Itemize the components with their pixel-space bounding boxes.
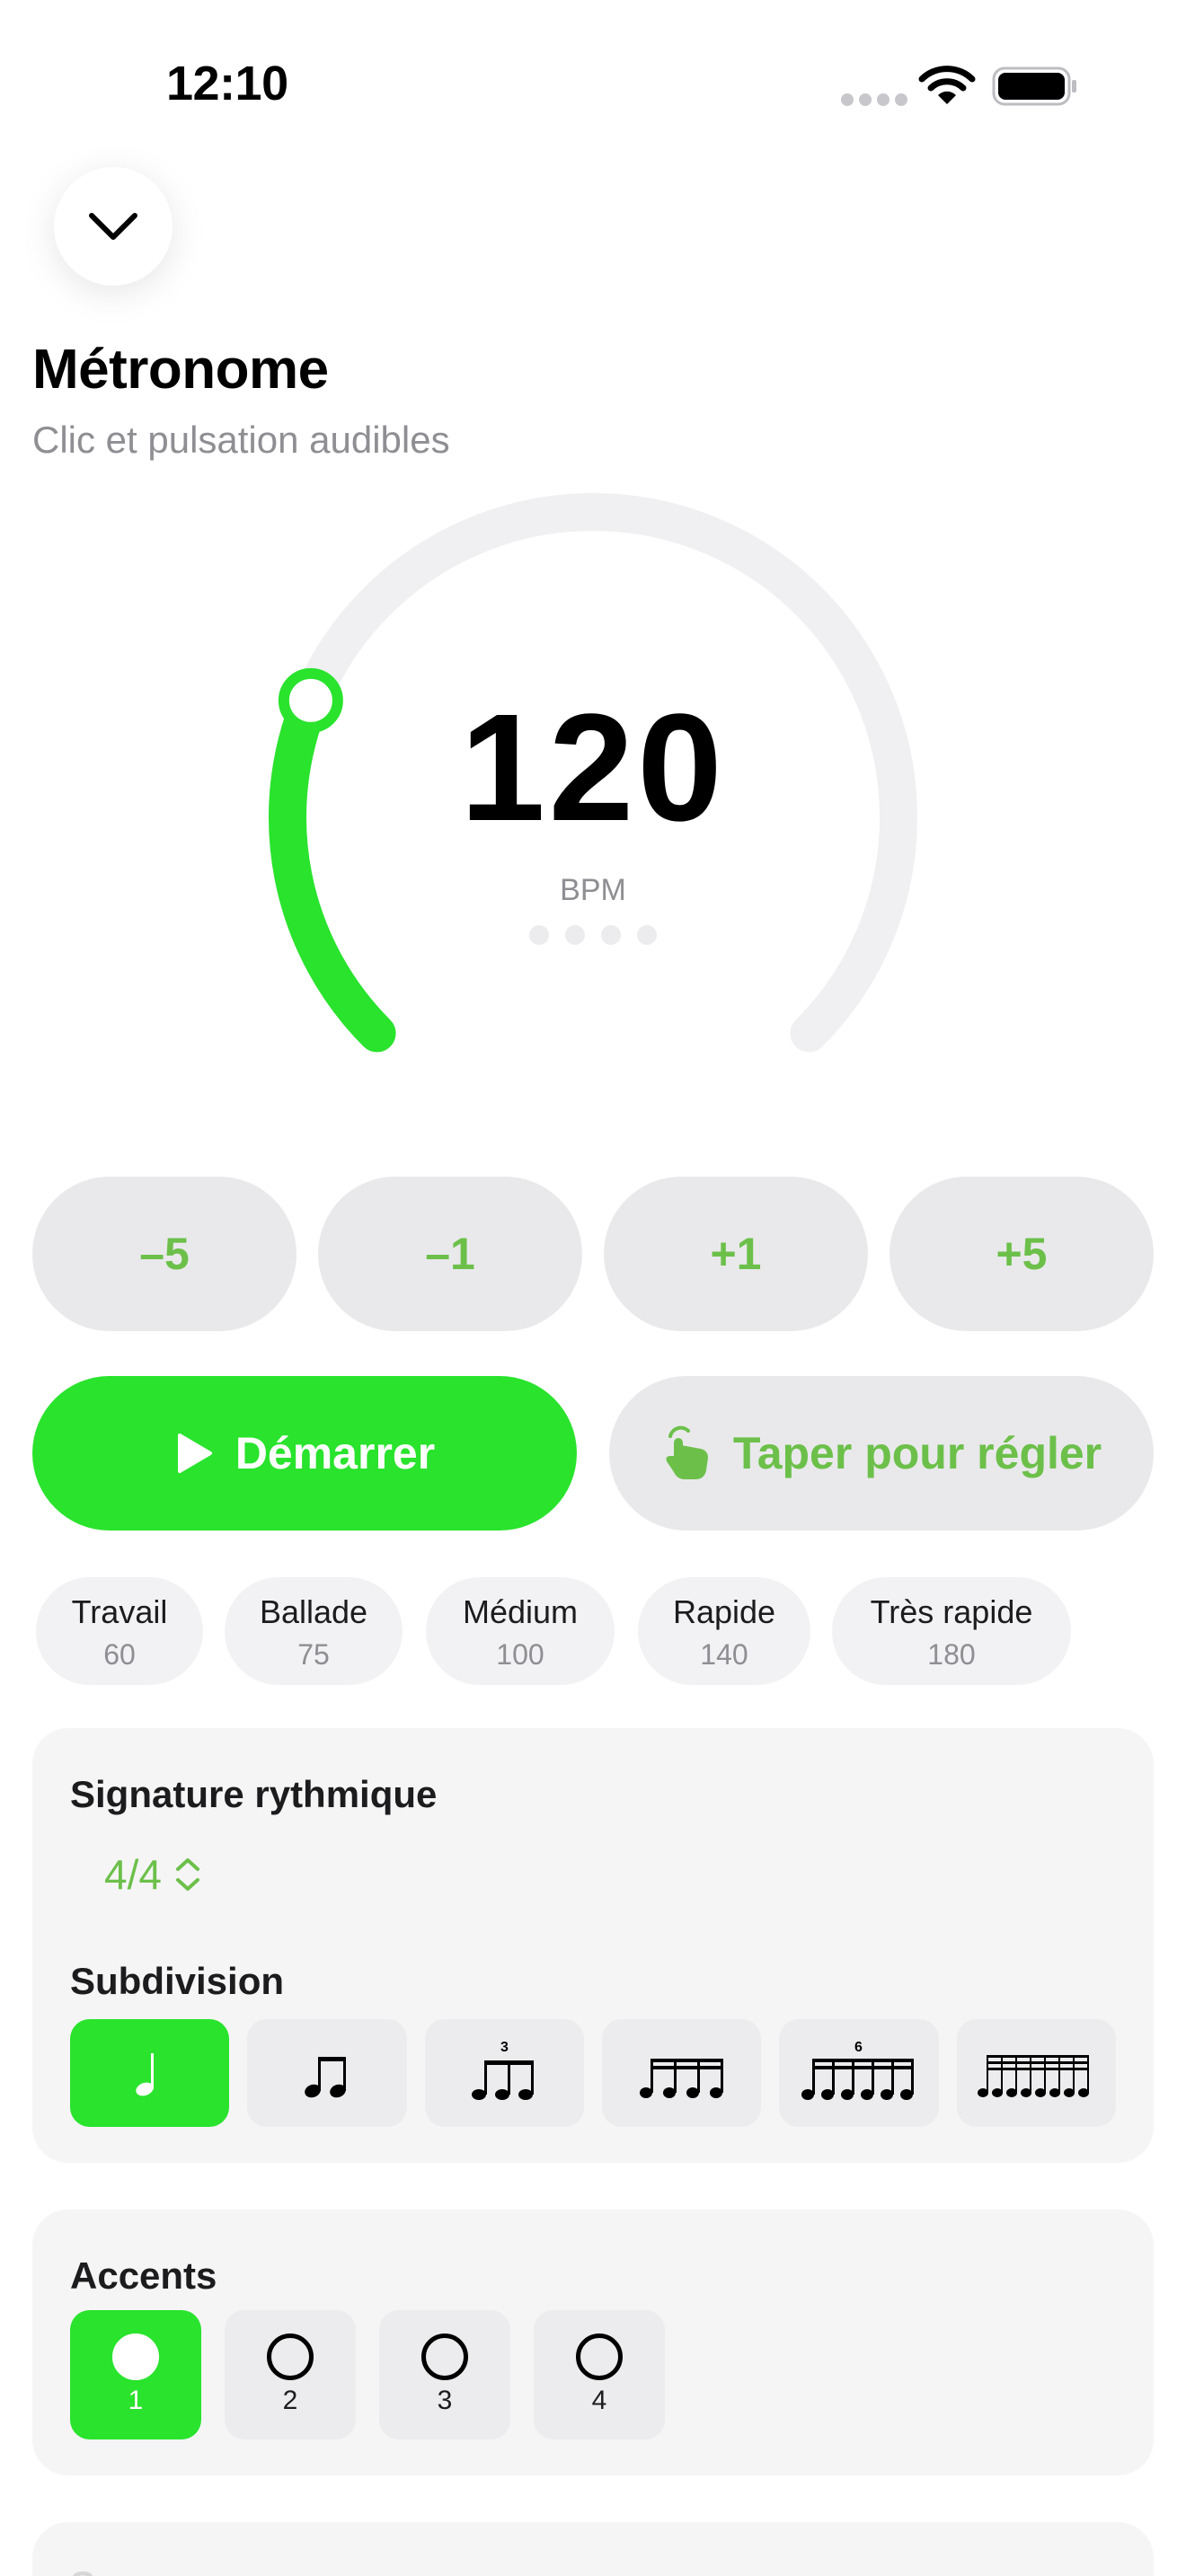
- subdivision-triplets[interactable]: 3: [424, 2019, 584, 2127]
- bpm-value: 120: [460, 683, 726, 853]
- decrease-1-button[interactable]: –1: [318, 1177, 582, 1331]
- preset-name: Ballade: [259, 1593, 368, 1630]
- accent-beat-3[interactable]: 3: [379, 2310, 510, 2439]
- eighth-notes-icon: [305, 2057, 346, 2098]
- sextuplet-icon: 6: [801, 2040, 914, 2100]
- preset-bpm: 180: [927, 1638, 976, 1671]
- accent-beat-number: 2: [282, 2386, 298, 2415]
- quarter-note-icon: [135, 2053, 154, 2096]
- increase-5-button[interactable]: +5: [890, 1177, 1154, 1331]
- play-icon: [177, 1434, 212, 1473]
- status-time: 12:10: [166, 57, 288, 110]
- chevron-up-down-icon: [175, 1858, 199, 1891]
- accent-beat-4[interactable]: 4: [534, 2310, 665, 2439]
- preset-bpm: 100: [496, 1638, 544, 1671]
- accents-card: Accents 1 2 3 4: [32, 2210, 1154, 2475]
- subdivision-heading: Subdivision: [70, 1960, 285, 2002]
- status-bar: 12:10: [0, 0, 1186, 162]
- triplet-icon: 3: [472, 2040, 535, 2100]
- subdivision-options: 3 6: [70, 2019, 1116, 2127]
- wifi-icon: [918, 66, 976, 104]
- preset-chip[interactable]: Rapide 140: [638, 1577, 810, 1685]
- accent-beat-2[interactable]: 2: [225, 2310, 356, 2439]
- tempo-step-buttons: –5 –1 +1 +5: [32, 1177, 1154, 1331]
- preset-name: Médium: [462, 1593, 579, 1630]
- preset-chip[interactable]: Travail 60: [36, 1577, 203, 1685]
- preset-name: Rapide: [672, 1593, 776, 1630]
- accent-beat-number: 3: [437, 2386, 453, 2415]
- page-subtitle: Clic et pulsation audibles: [32, 419, 450, 461]
- preset-name: Très rapide: [870, 1593, 1033, 1630]
- accent-beat-1[interactable]: 1: [70, 2310, 201, 2439]
- preset-bpm: 75: [297, 1638, 330, 1671]
- preset-bpm: 140: [700, 1638, 748, 1671]
- beat-indicator: [261, 925, 925, 945]
- dismiss-button[interactable]: [54, 167, 173, 286]
- increase-1-button[interactable]: +1: [604, 1177, 868, 1331]
- subdivision-sixteenths[interactable]: [601, 2019, 762, 2127]
- accent-circle-icon: [421, 2333, 468, 2380]
- preset-chip[interactable]: Ballade 75: [225, 1577, 403, 1685]
- accent-beat-number: 4: [591, 2386, 607, 2415]
- svg-text:6: 6: [854, 2040, 863, 2055]
- accent-circle-icon: [576, 2333, 623, 2380]
- preset-chip[interactable]: Médium 100: [426, 1577, 615, 1685]
- subdivision-thirty-seconds[interactable]: [956, 2019, 1116, 2127]
- time-signature-value: 4/4: [104, 1851, 162, 1898]
- accent-circle-icon: [112, 2333, 159, 2380]
- accent-beats: 1 2 3 4: [70, 2310, 665, 2439]
- battery-icon: [992, 66, 1076, 106]
- start-button[interactable]: Démarrer: [32, 1376, 577, 1531]
- tap-tempo-button[interactable]: Taper pour régler: [609, 1376, 1154, 1531]
- cellular-signal-icon: [841, 93, 913, 110]
- bpm-unit-label: BPM: [560, 873, 626, 907]
- accent-circle-icon: [267, 2333, 314, 2380]
- decrease-5-button[interactable]: –5: [32, 1177, 296, 1331]
- svg-text:3: 3: [500, 2040, 509, 2055]
- preset-name: Travail: [71, 1593, 168, 1630]
- time-signature-picker[interactable]: 4/4: [104, 1850, 201, 1899]
- start-button-label: Démarrer: [235, 1428, 436, 1478]
- sixteenth-notes-icon: [639, 2059, 723, 2098]
- subdivision-quarter[interactable]: [70, 2019, 230, 2127]
- page-title: Métronome: [32, 339, 329, 401]
- preset-bpm: 60: [103, 1638, 136, 1671]
- hand-tap-icon: [666, 1425, 708, 1479]
- subdivision-eighths[interactable]: [247, 2019, 407, 2127]
- sound-heading: Son: [70, 2563, 141, 2576]
- tap-tempo-label: Taper pour régler: [732, 1428, 1102, 1478]
- thirty-second-notes-icon: [978, 2055, 1090, 2097]
- signature-heading: Signature rythmique: [70, 1773, 438, 1815]
- accents-heading: Accents: [70, 2254, 217, 2297]
- preset-chip[interactable]: Très rapide 180: [832, 1577, 1071, 1685]
- subdivision-sextuplets[interactable]: 6: [779, 2019, 939, 2127]
- chevron-down-icon: [89, 213, 137, 240]
- accent-beat-number: 1: [128, 2386, 144, 2415]
- signature-card: Signature rythmique 4/4 Subdivision 3 6: [32, 1728, 1154, 2163]
- sound-card: Son: [32, 2522, 1154, 2576]
